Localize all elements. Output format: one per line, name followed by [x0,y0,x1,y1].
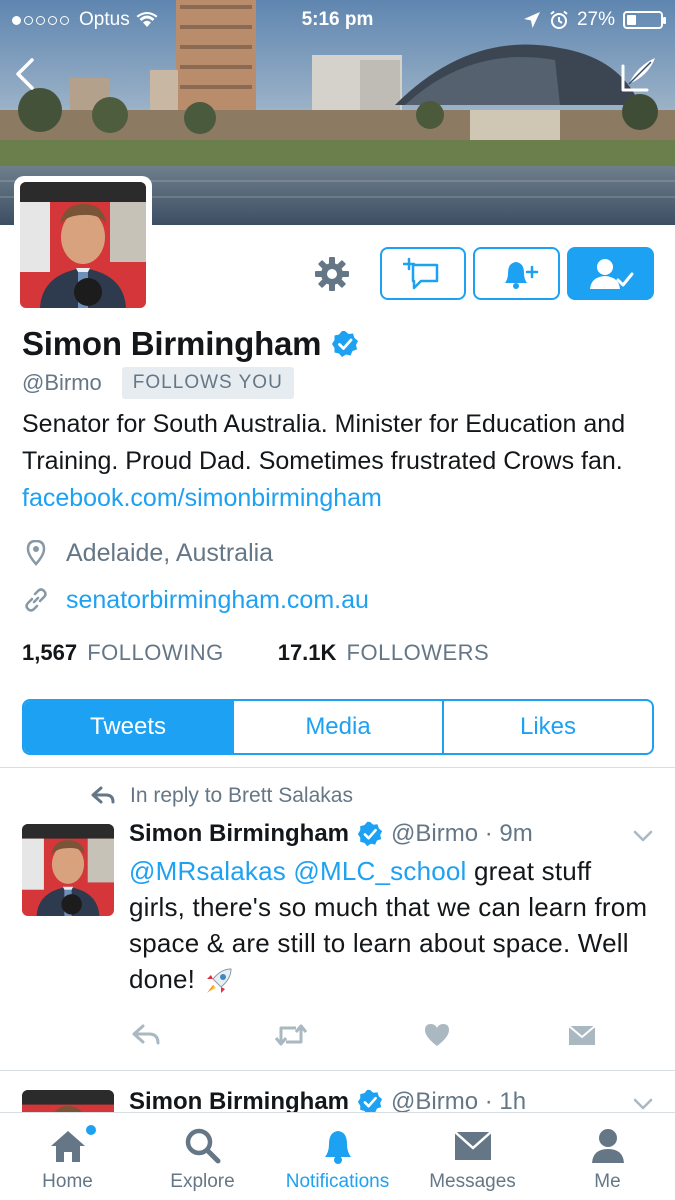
wifi-icon [136,12,158,27]
battery-level [627,15,636,25]
gear-icon [315,257,349,291]
new-content-dot [86,1125,96,1135]
signal-strength-icon [12,15,69,25]
follow-counts: 1,567 FOLLOWING 17.1K FOLLOWERS [22,640,489,666]
person-icon [586,1127,630,1165]
message-plus-icon [403,257,439,289]
rocket-emoji-icon [207,968,232,994]
tabbar-label: Home [42,1171,93,1192]
tabbar-label: Me [594,1171,621,1192]
following-count-link[interactable]: 1,567 FOLLOWING [22,640,224,666]
battery-percent: 27% [576,9,615,30]
tweet-actions [129,1020,599,1050]
envelope-icon [568,1025,596,1045]
verified-badge-icon [332,331,359,357]
tweet-author-name[interactable]: Simon Birmingham [129,820,349,848]
location-text: Adelaide, Australia [66,538,274,567]
profile-tabs: Tweets Media Likes [22,699,654,755]
person-check-icon [589,258,633,289]
tweet-avatar-photo [22,824,114,916]
followers-label: FOLLOWERS [346,640,490,665]
heart-icon [424,1024,449,1046]
carrier-name: Optus [79,9,130,30]
retweet-button[interactable] [274,1020,308,1050]
retweet-icon [275,1024,308,1046]
tweet-menu-button[interactable] [631,826,655,846]
chevron-down-icon [633,830,653,842]
tweet-divider [0,1070,675,1071]
profile-avatar[interactable] [14,176,152,314]
notifications-toggle-button[interactable] [473,247,560,300]
envelope-icon [451,1127,495,1165]
back-button[interactable] [8,52,48,96]
like-button[interactable] [420,1020,454,1050]
profile-bio: Senator for South Australia. Minister fo… [22,406,657,517]
tweet-menu-button[interactable] [631,1094,655,1114]
following-count: 1,567 [22,640,78,665]
tabbar-messages[interactable]: Messages [405,1113,540,1200]
profile-location: Adelaide, Australia [22,538,273,568]
alarm-icon [550,10,568,29]
reply-context-text: In reply to Brett Salakas [130,784,353,807]
link-icon [22,585,50,615]
reply-icon [132,1024,160,1045]
tabbar-label: Messages [429,1171,516,1192]
compose-quill-icon [621,58,655,92]
following-label: FOLLOWING [87,640,224,665]
bio-link[interactable]: facebook.com/simonbirmingham [22,484,382,512]
follows-you-badge: FOLLOWS YOU [121,367,294,399]
home-icon [46,1127,90,1165]
bell-plus-icon [504,261,538,289]
tabbar-label: Notifications [285,1171,390,1192]
search-icon [181,1127,225,1165]
profile-name-row: Simon Birmingham [22,325,359,363]
status-bar: Optus 5:16 pm 27% [0,0,675,40]
tabs-divider [0,767,675,768]
reply-arrow-icon [91,786,115,804]
chevron-down-icon [633,1098,653,1110]
direct-message-button[interactable] [380,247,466,300]
bio-text: Senator for South Australia. Minister fo… [22,410,626,475]
avatar-photo [20,182,146,308]
tweet-text: @MRsalakas @MLC_school great stuff girls… [129,853,649,999]
profile-website[interactable]: senatorbirmingham.com.au [22,585,369,615]
tabbar-home[interactable]: Home [0,1113,135,1200]
compose-tweet-button[interactable] [615,52,661,96]
profile-handle: @Birmo [22,370,102,395]
tweet-avatar[interactable] [22,824,114,916]
following-button[interactable] [567,247,654,300]
tab-tweets[interactable]: Tweets [24,701,232,753]
location-arrow-icon [523,12,540,28]
tab-likes[interactable]: Likes [442,701,652,753]
battery-icon [623,11,666,29]
share-dm-button[interactable] [565,1020,599,1050]
reply-button[interactable] [129,1020,163,1050]
location-pin-icon [22,538,50,568]
tabbar-explore[interactable]: Explore [135,1113,270,1200]
website-link[interactable]: senatorbirmingham.com.au [66,586,369,615]
followers-count: 17.1K [277,640,337,665]
bottom-tab-bar: Home Explore Notifications Messages Me [0,1112,675,1200]
followers-count-link[interactable]: 17.1K FOLLOWERS [278,640,489,666]
chevron-left-icon [16,58,34,90]
bell-icon [316,1127,360,1165]
tweet-mention[interactable]: @MRsalakas [129,856,286,886]
tweet-handle-time: @Birmo · 9m [391,820,533,847]
profile-name: Simon Birmingham [22,325,322,362]
tab-media[interactable]: Media [232,701,442,753]
tweet-mention[interactable]: @MLC_school [293,856,466,886]
tabbar-notifications[interactable]: Notifications [270,1113,405,1200]
settings-button[interactable] [310,252,354,296]
profile-handle-row: @Birmo FOLLOWS YOU [22,367,294,399]
tabbar-label: Explore [170,1171,235,1192]
tweet-header: Simon Birmingham @Birmo · 9m [129,820,533,848]
reply-context[interactable]: In reply to Brett Salakas [90,784,353,808]
verified-badge-icon [357,821,383,847]
tabbar-me[interactable]: Me [540,1113,675,1200]
